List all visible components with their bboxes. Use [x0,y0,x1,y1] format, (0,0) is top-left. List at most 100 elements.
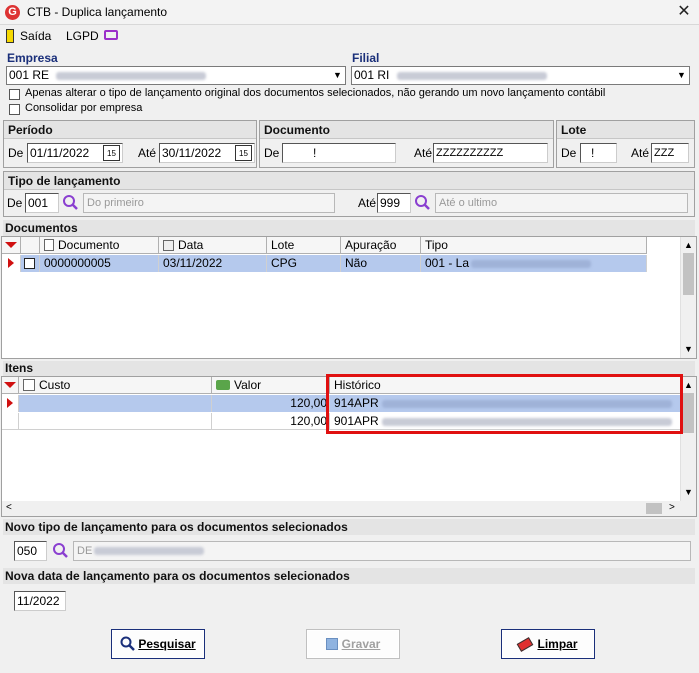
table-row[interactable]: 120,00 901APR [2,413,681,430]
col-tipo[interactable]: Tipo [421,237,647,254]
documento-header: Documento [260,121,553,139]
filial-label: Filial [352,51,380,65]
app-logo-icon: G [5,5,20,20]
empresa-label: Empresa [7,51,58,65]
scroll-thumb[interactable] [683,253,694,295]
calendar-icon[interactable]: 15 [235,145,252,161]
scroll-thumb[interactable] [683,393,694,433]
cell-custo [19,395,212,412]
row-checkbox-cell[interactable] [21,255,40,272]
lote-header: Lote [557,121,694,139]
periodo-de-input[interactable]: 01/11/2022 15 [27,143,123,163]
row-indicator [2,395,19,412]
cell-historico-value: 901APR [334,414,379,428]
col-lote[interactable]: Lote [267,237,341,254]
novo-tipo-desc: DE [73,541,691,561]
documentos-grid-header: Documento Data Lote Apuração Tipo [2,237,647,254]
consolidar-label: Consolidar por empresa [25,102,143,114]
tipo-de-input[interactable]: 001 [25,193,59,213]
scroll-down-icon[interactable]: ▼ [684,487,693,497]
empresa-combo[interactable]: 001 RE ▼ [6,66,346,85]
consolidar-checkbox[interactable] [9,104,20,115]
chevron-down-icon[interactable]: ▼ [673,67,689,84]
empresa-value: 001 RE [9,68,50,82]
scroll-right-icon[interactable]: > [669,502,675,513]
lote-de-input[interactable]: ! [580,143,617,163]
documentos-grid[interactable]: Documento Data Lote Apuração Tipo 000000… [1,236,697,359]
search-icon [120,636,136,651]
cell-lote: CPG [267,255,341,272]
documento-panel: Documento De ! Até ZZZZZZZZZZ [259,120,554,168]
pesquisar-button[interactable]: Pesquisar [111,629,205,659]
periodo-ate-input[interactable]: 30/11/2022 15 [159,143,255,163]
alterar-checkbox[interactable] [9,89,20,100]
grid-menu-cell[interactable] [2,377,19,394]
itens-hscrollbar[interactable]: < > [2,501,696,516]
itens-grid[interactable]: Custo Valor Histórico 120,00 914APR 120,… [1,376,697,517]
col-historico[interactable]: Histórico [330,377,681,394]
table-row[interactable]: 120,00 914APR [2,395,681,412]
table-row[interactable]: 0000000005 03/11/2022 CPG Não 001 - La [2,255,647,272]
grid-menu-icon[interactable] [5,242,17,248]
limpar-label: Limpar [537,637,578,651]
col-custo-label: Custo [39,378,71,392]
novo-tipo-input[interactable]: 050 [14,541,47,561]
novo-tipo-desc-value: DE [77,545,93,557]
cell-apuracao: Não [341,255,421,272]
tipo-de-desc: Do primeiro [83,193,335,213]
documento-ate-input[interactable]: ZZZZZZZZZZ [433,143,548,163]
filial-combo[interactable]: 001 RI ▼ [351,66,690,85]
scroll-left-icon[interactable]: < [6,502,12,513]
documento-ate-label: Até [414,146,433,160]
documento-de-input[interactable]: ! [282,143,396,163]
row-checkbox[interactable] [24,258,35,269]
cell-tipo: 001 - La [421,255,647,272]
periodo-panel: Período De 01/11/2022 15 Até 30/11/2022 … [3,120,257,168]
search-icon[interactable] [414,194,431,211]
scroll-down-icon[interactable]: ▼ [684,344,693,354]
saida-button[interactable]: Saída [4,27,52,45]
documentos-header: Documentos [3,220,695,236]
search-icon[interactable] [52,542,69,559]
col-apuracao[interactable]: Apuração [341,237,421,254]
close-icon[interactable]: ✕ [672,2,696,22]
col-data[interactable]: Data [159,237,267,254]
title-bar: G CTB - Duplica lançamento ✕ [0,0,699,25]
lote-ate-input[interactable]: ZZZ [651,143,689,163]
col-data-label: Data [178,238,204,252]
tipo-lancamento-header: Tipo de lançamento [4,172,694,190]
hscroll-thumb[interactable] [646,503,662,514]
documentos-scrollbar[interactable]: ▲ ▼ [680,237,696,358]
tipo-ate-input[interactable]: 999 [377,193,411,213]
itens-vscrollbar[interactable]: ▲ ▼ [680,377,696,501]
limpar-button[interactable]: Limpar [501,629,595,659]
search-icon[interactable] [62,194,79,211]
gravar-label: Gravar [341,637,381,651]
money-icon [216,380,230,390]
lgpd-button[interactable]: LGPD [66,27,122,45]
scroll-up-icon[interactable]: ▲ [684,380,693,390]
col-documento[interactable]: Documento [40,237,159,254]
gravar-button[interactable]: Gravar [306,629,400,659]
nova-data-input[interactable]: 11/2022 [14,591,66,611]
nova-data-header: Nova data de lançamento para os document… [3,568,695,584]
documento-de-label: De [264,146,280,160]
grid-menu-icon[interactable] [4,382,16,388]
door-icon [6,29,14,43]
col-valor[interactable]: Valor [212,377,330,394]
col-valor-label: Valor [234,378,262,392]
filial-redacted [396,71,547,80]
pesquisar-label: Pesquisar [138,637,196,651]
grid-menu-cell[interactable] [2,237,21,254]
edit-icon [23,379,35,391]
cell-historico: 901APR [330,413,681,430]
periodo-de-value: 01/11/2022 [30,146,90,160]
tipo-lancamento-panel: Tipo de lançamento De 001 Do primeiro At… [3,171,695,217]
tipo-ate-label: Até [358,196,377,210]
calendar-icon[interactable]: 15 [103,145,120,161]
col-custo[interactable]: Custo [19,377,212,394]
calendar-icon [163,240,174,251]
scroll-up-icon[interactable]: ▲ [684,240,693,250]
cell-data: 03/11/2022 [159,255,267,272]
chevron-down-icon[interactable]: ▼ [329,67,345,84]
